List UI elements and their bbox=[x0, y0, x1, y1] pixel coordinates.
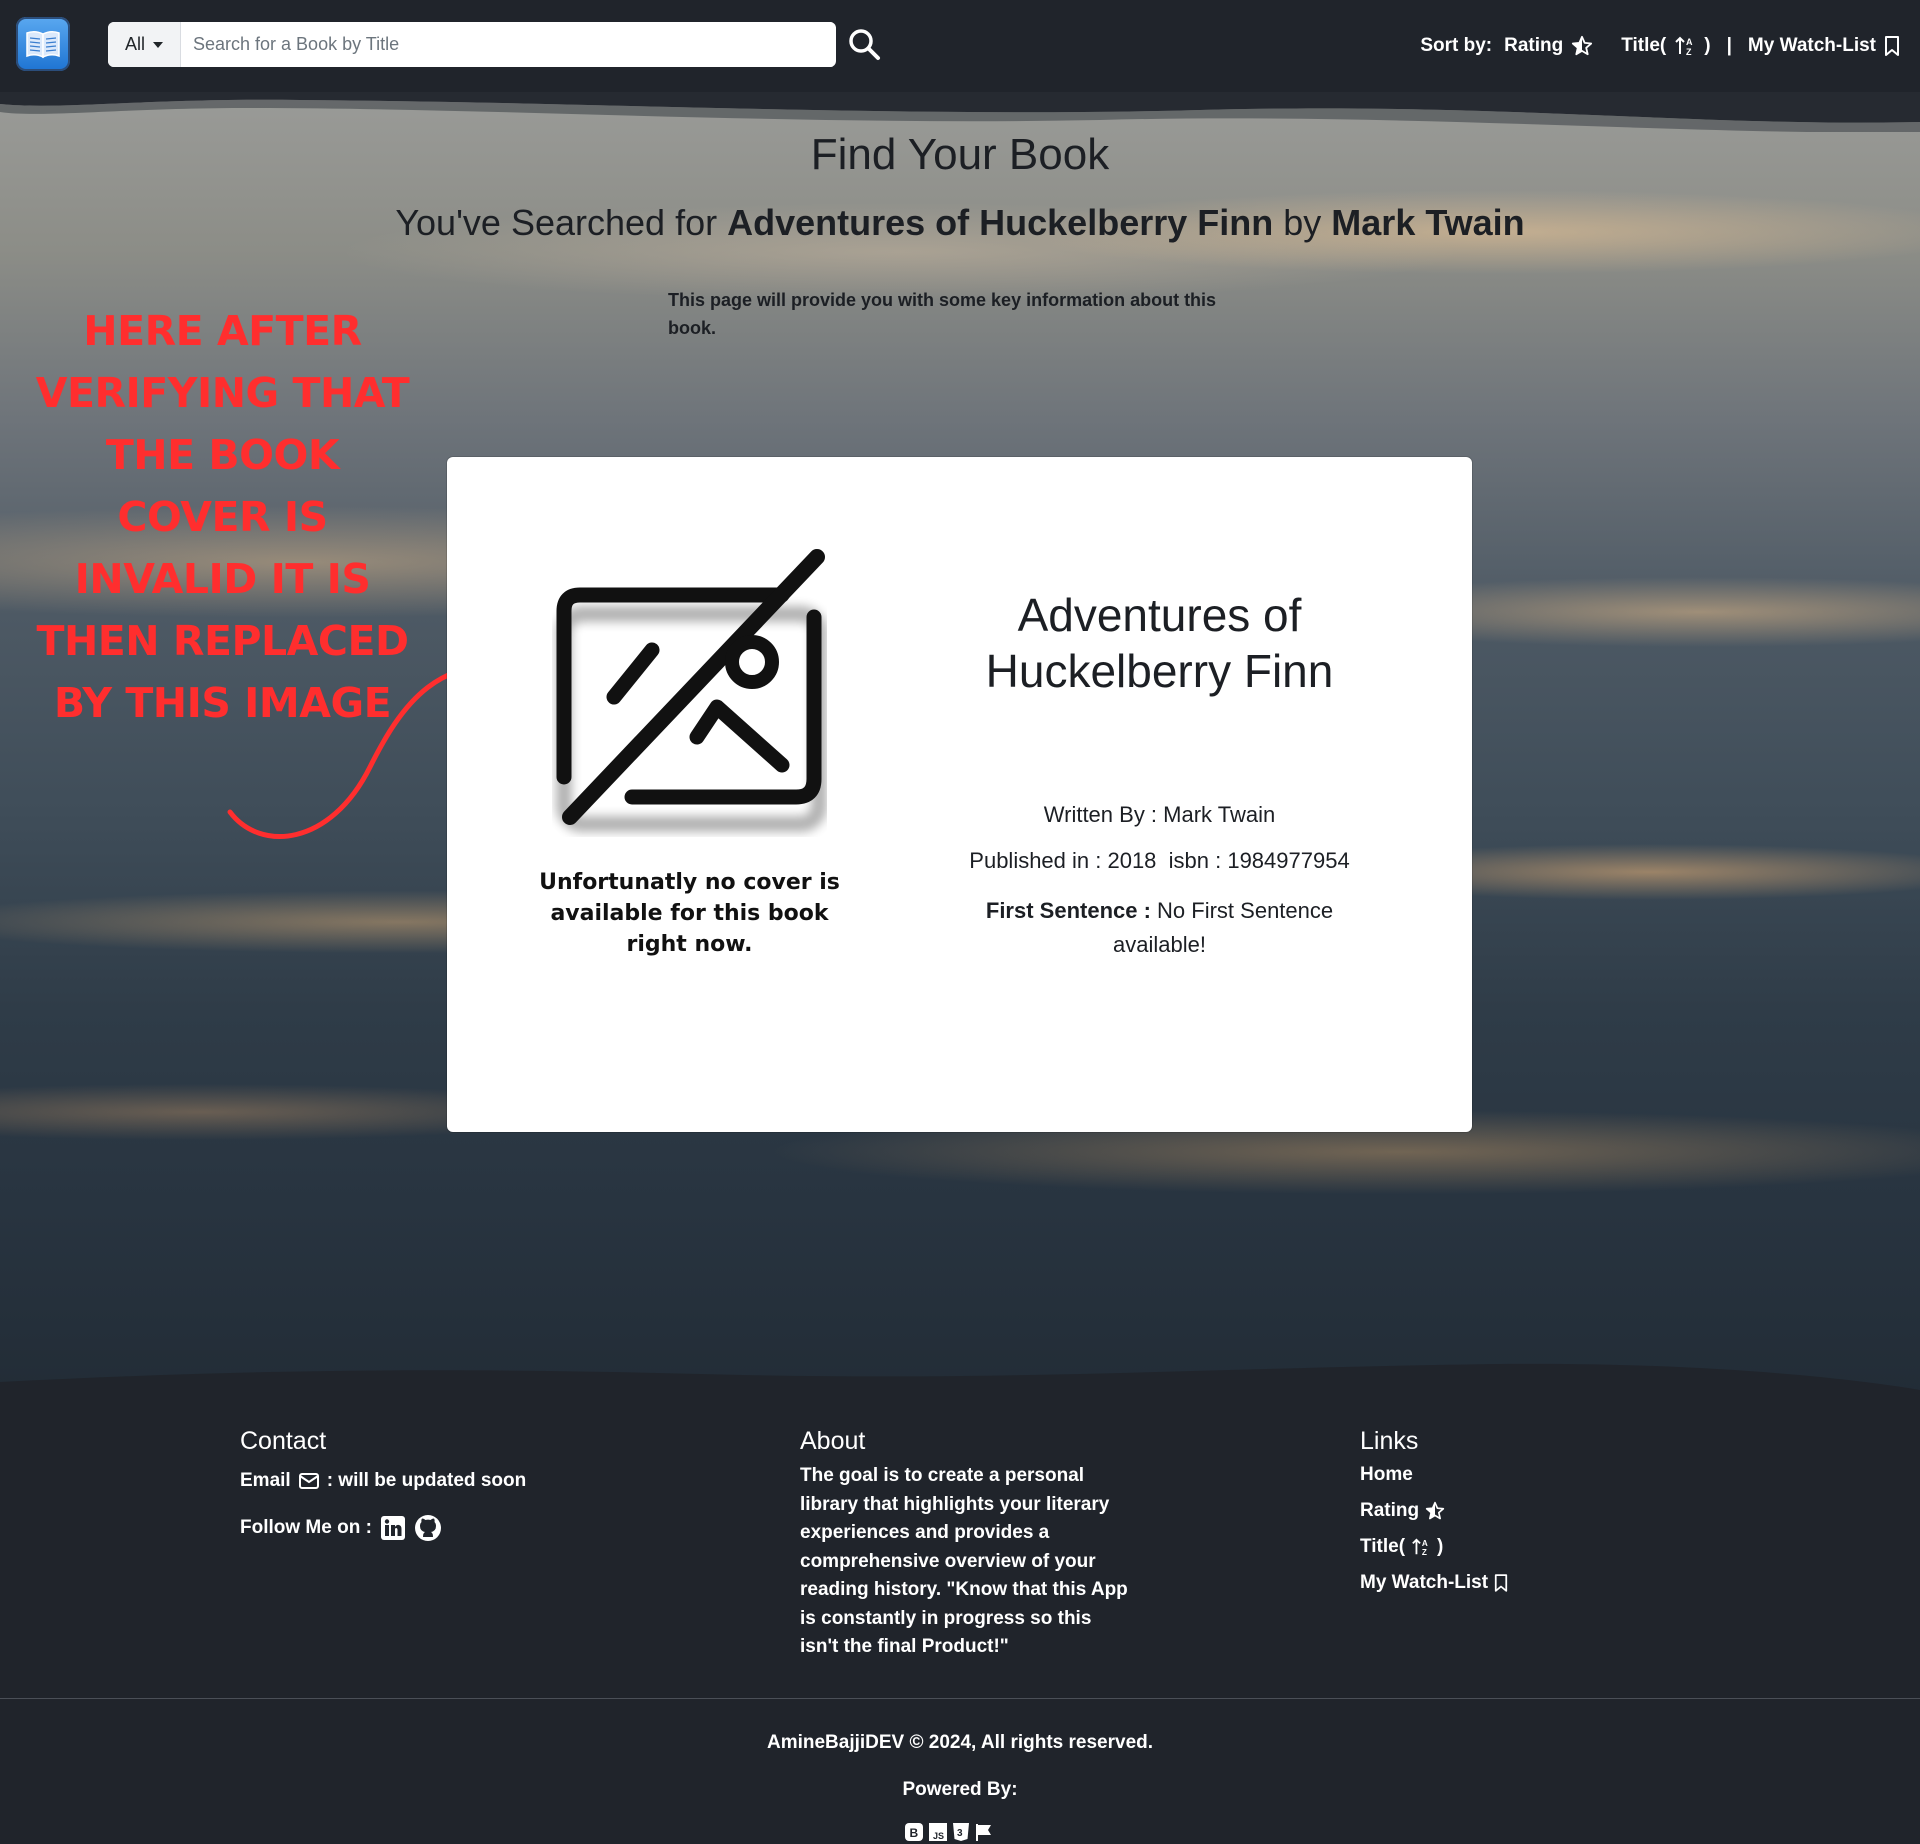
powered-by-icons: B JS 3 bbox=[904, 1822, 994, 1842]
copyright: AmineBajjiDEV © 2024, All rights reserve… bbox=[766, 1732, 1154, 1753]
sort-title-link[interactable]: Title( A Z ) bbox=[1621, 35, 1710, 57]
navbar: All Sort by: Rating Title( A Z ) bbox=[0, 0, 1920, 92]
page-info-text: This page will provide you with some key… bbox=[668, 290, 1217, 338]
sort-nav: Sort by: Rating Title( A Z ) | My Watch-… bbox=[1420, 0, 1900, 92]
css3-icon: 3 bbox=[953, 1823, 969, 1841]
svg-text:A: A bbox=[1686, 37, 1693, 47]
footer-about: About The goal is to create a personal l… bbox=[800, 1427, 1130, 1662]
javascript-icon: JS bbox=[929, 1823, 947, 1841]
top-wave-divider bbox=[0, 92, 1920, 132]
star-half-icon bbox=[1425, 1501, 1445, 1520]
no-cover-message: Unfortunatly no cover is available for t… bbox=[539, 870, 840, 957]
about-heading: About bbox=[800, 1427, 866, 1455]
bookmark-icon bbox=[1885, 36, 1899, 56]
footer-link-rating[interactable]: Rating bbox=[1360, 1500, 1508, 1522]
bootstrap-icon: B bbox=[905, 1823, 923, 1841]
title-close-paren: ) bbox=[1704, 35, 1711, 56]
linkedin-icon[interactable] bbox=[380, 1515, 406, 1541]
searched-by: by bbox=[1283, 202, 1322, 243]
footer-link-label: My Watch-List bbox=[1360, 1572, 1489, 1593]
search-group: All bbox=[108, 22, 836, 67]
written-by: Written By : Mark Twain bbox=[1043, 802, 1276, 827]
footer-link-watchlist[interactable]: My Watch-List bbox=[1360, 1572, 1508, 1594]
published-isbn: Published in : 2018 isbn : 1984977954 bbox=[969, 848, 1350, 873]
star-half-icon bbox=[1572, 35, 1593, 56]
footer-link-label: Title( bbox=[1360, 1536, 1406, 1557]
title-label: Title( bbox=[1621, 35, 1667, 56]
image-off-icon bbox=[556, 549, 827, 832]
sort-alpha-icon: A Z bbox=[1675, 36, 1693, 57]
contact-heading: Contact bbox=[240, 1427, 327, 1455]
hero-background: Find Your Book You've Searched for Adven… bbox=[0, 92, 1920, 1402]
follow-line: Follow Me on : bbox=[240, 1514, 526, 1542]
svg-text:JS: JS bbox=[933, 1831, 944, 1841]
search-icon[interactable] bbox=[846, 26, 882, 62]
github-icon[interactable] bbox=[414, 1514, 442, 1542]
footer-title-close-paren: ) bbox=[1437, 1536, 1444, 1557]
footer-link-label: Home bbox=[1360, 1464, 1413, 1485]
footer-link-label: Rating bbox=[1360, 1500, 1420, 1521]
nav-separator: | bbox=[1726, 35, 1732, 56]
bottom-wave-divider bbox=[0, 1363, 1920, 1402]
first-sentence-label: First Sentence : bbox=[985, 898, 1151, 923]
search-summary: You've Searched for Adventures of Huckel… bbox=[0, 202, 1920, 244]
sort-rating-link[interactable]: Rating bbox=[1504, 35, 1593, 57]
book-logo-icon[interactable] bbox=[16, 17, 70, 71]
footer: Contact Email : will be updated soon Fol… bbox=[0, 1402, 1920, 1844]
search-input[interactable] bbox=[181, 22, 833, 67]
caret-down-icon bbox=[153, 41, 163, 48]
book-title: Adventures of Huckelberry Finn bbox=[985, 589, 1334, 697]
book-card: Unfortunatly no cover is available for t… bbox=[447, 457, 1472, 1132]
search-category-label: All bbox=[124, 34, 145, 54]
page-title: Find Your Book bbox=[810, 130, 1110, 179]
watchlist-label: My Watch-List bbox=[1747, 35, 1876, 56]
footer-divider bbox=[0, 1698, 1920, 1699]
svg-text:3: 3 bbox=[957, 1828, 963, 1839]
searched-prefix: You've Searched for bbox=[395, 202, 718, 243]
sort-by-label: Sort by: bbox=[1420, 35, 1493, 56]
book-meta: Written By : Mark Twain Published in : 2… bbox=[937, 802, 1382, 962]
first-sentence: First Sentence : No First Sentence avail… bbox=[937, 894, 1382, 962]
svg-text:B: B bbox=[910, 1826, 919, 1840]
watchlist-link[interactable]: My Watch-List bbox=[1748, 35, 1900, 57]
rating-label: Rating bbox=[1504, 35, 1564, 56]
links-heading: Links bbox=[1360, 1427, 1419, 1455]
about-text: The goal is to create a personal library… bbox=[800, 1465, 1128, 1657]
powered-by-label: Powered By: bbox=[902, 1779, 1018, 1800]
flag-icon bbox=[976, 1824, 991, 1841]
searched-book: Adventures of Huckelberry Finn bbox=[727, 202, 1274, 243]
footer-links: Links Home Rating Title( A Z ) My Watch-… bbox=[1360, 1427, 1508, 1608]
envelope-icon bbox=[298, 1473, 319, 1489]
svg-text:Z: Z bbox=[1422, 1548, 1427, 1557]
footer-contact: Contact Email : will be updated soon Fol… bbox=[240, 1427, 526, 1564]
search-category-dropdown[interactable]: All bbox=[108, 22, 181, 67]
svg-text:Z: Z bbox=[1686, 47, 1692, 57]
searched-author: Mark Twain bbox=[1331, 202, 1525, 243]
sort-alpha-icon: A Z bbox=[1412, 1538, 1428, 1557]
bookmark-icon bbox=[1494, 1574, 1508, 1592]
email-line: Email : will be updated soon bbox=[240, 1470, 526, 1492]
footer-link-title[interactable]: Title( A Z ) bbox=[1360, 1536, 1508, 1558]
email-value: : will be updated soon bbox=[326, 1470, 527, 1491]
email-label: Email bbox=[240, 1470, 291, 1491]
svg-text:A: A bbox=[1422, 1539, 1428, 1548]
follow-label: Follow Me on : bbox=[240, 1517, 372, 1538]
footer-link-home[interactable]: Home bbox=[1360, 1464, 1508, 1486]
